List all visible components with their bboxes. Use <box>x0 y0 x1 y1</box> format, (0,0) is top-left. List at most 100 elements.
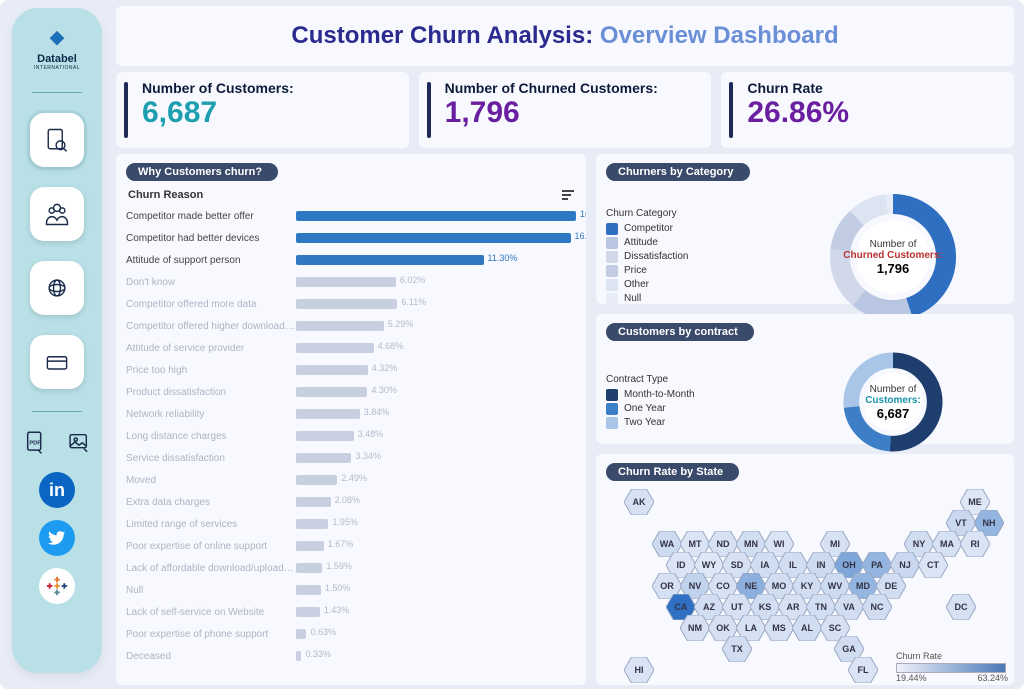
pdf-icon: PDF <box>22 429 48 455</box>
hex-state[interactable]: FL <box>848 657 878 683</box>
bar-row[interactable]: Lack of affordable download/upload speed… <box>126 557 576 579</box>
bar-label: Price too high <box>126 365 296 376</box>
bar-label: Competitor had better devices <box>126 233 296 244</box>
brand-logo: Databel INTERNATIONAL <box>29 22 85 78</box>
hex-state[interactable]: AK <box>624 489 654 515</box>
bar-row[interactable]: Limited range of services 1.95% <box>126 513 576 535</box>
hex-state[interactable]: RI <box>960 531 990 557</box>
bar-label: Long distance charges <box>126 431 296 442</box>
card-icon <box>43 348 71 376</box>
export-image[interactable] <box>61 424 97 460</box>
hex-state[interactable]: AL <box>792 615 822 641</box>
hex-state[interactable]: HI <box>624 657 654 683</box>
bar-row[interactable]: Moved 2.49% <box>126 469 576 491</box>
bar-row[interactable]: Competitor made better offer 16.87% <box>126 205 576 227</box>
bar-label: Competitor made better offer <box>126 211 296 222</box>
brand-sub: INTERNATIONAL <box>34 65 80 71</box>
card-churn-reasons: Why Customers churn? Churn Reason Compet… <box>116 154 586 685</box>
sort-icon[interactable] <box>562 190 574 200</box>
nav-overview[interactable] <box>30 113 84 167</box>
hex-map[interactable]: AKMEVTNHWAMTNDMNWIMINYMARIIDWYSDIAILINOH… <box>606 487 1004 677</box>
bar-row[interactable]: Deceased 0.33% <box>126 645 576 667</box>
hex-state[interactable]: NM <box>680 615 710 641</box>
bar-row[interactable]: Competitor had better devices 16.54% <box>126 227 576 249</box>
donut-category[interactable]: Number of Churned Customers: 1,796 <box>823 187 963 327</box>
card-title: Churn Rate by State <box>606 463 739 481</box>
tableau-link[interactable] <box>39 568 75 604</box>
bar-row[interactable]: Competitor offered more data 6.11% <box>126 293 576 315</box>
bar-row[interactable]: Service dissatisfaction 3.34% <box>126 447 576 469</box>
nav-global[interactable] <box>30 261 84 315</box>
linkedin-icon: in <box>49 480 65 501</box>
bar-label: Attitude of support person <box>126 255 296 266</box>
bar-label: Lack of affordable download/upload speed <box>126 563 296 574</box>
kpi-customers: Number of Customers: 6,687 <box>116 72 409 148</box>
bar-label: Service dissatisfaction <box>126 453 296 464</box>
card-title: Churners by Category <box>606 163 750 181</box>
brand-name: Databel <box>37 53 77 65</box>
bar-row[interactable]: Lack of self-service on Website 1.43% <box>126 601 576 623</box>
bar-row[interactable]: Attitude of support person 11.30% <box>126 249 576 271</box>
hex-state[interactable]: TX <box>722 636 752 662</box>
column-header: Churn Reason <box>128 189 203 201</box>
bar-row[interactable]: Poor expertise of phone support 0.63% <box>126 623 576 645</box>
nav-customers[interactable] <box>30 187 84 241</box>
hex-state[interactable]: CT <box>918 552 948 578</box>
twitter-icon <box>48 529 66 547</box>
bar-row[interactable]: Null 1.50% <box>126 579 576 601</box>
kpi-churned: Number of Churned Customers: 1,796 <box>419 72 712 148</box>
bar-label: Product dissatisfaction <box>126 387 296 398</box>
nav-billing[interactable] <box>30 335 84 389</box>
bar-label: Null <box>126 585 296 596</box>
legend-item[interactable]: Competitor <box>606 223 776 235</box>
bar-row[interactable]: Attitude of service provider 4.68% <box>126 337 576 359</box>
export-pdf[interactable]: PDF <box>17 424 53 460</box>
legend-item[interactable]: Other <box>606 279 776 291</box>
map-legend: Churn Rate 19.44%63.24% <box>896 651 1008 683</box>
twitter-link[interactable] <box>39 520 75 556</box>
bar-label: Don't know <box>126 277 296 288</box>
bar-label: Limited range of services <box>126 519 296 530</box>
bar-row[interactable]: Product dissatisfaction 4.30% <box>126 381 576 403</box>
bar-row[interactable]: Price too high 4.32% <box>126 359 576 381</box>
hex-state[interactable]: DC <box>946 594 976 620</box>
card-churners-by-category: Churners by Category Churn Category Comp… <box>596 154 1014 304</box>
legend-item[interactable]: Dissatisfaction <box>606 251 776 263</box>
card-churn-by-state: Churn Rate by State AKMEVTNHWAMTNDMNWIMI… <box>596 454 1014 685</box>
kpi-row: Number of Customers: 6,687 Number of Chu… <box>116 72 1014 148</box>
bar-label: Deceased <box>126 651 296 662</box>
divider <box>32 411 82 412</box>
bar-row[interactable]: Poor expertise of online support 1.67% <box>126 535 576 557</box>
legend-item[interactable]: Attitude <box>606 237 776 249</box>
bar-label: Competitor offered higher download speed… <box>126 321 296 332</box>
legend-item[interactable]: Month-to-Month <box>606 389 776 401</box>
card-customers-by-contract: Customers by contract Contract Type Mont… <box>596 314 1014 444</box>
legend-item[interactable]: Null <box>606 293 776 305</box>
divider <box>32 92 82 93</box>
legend-item[interactable]: Price <box>606 265 776 277</box>
hex-state[interactable]: MS <box>764 615 794 641</box>
bar-label: Competitor offered more data <box>126 299 296 310</box>
svg-text:PDF: PDF <box>29 440 41 446</box>
image-icon <box>66 429 92 455</box>
bar-label: Moved <box>126 475 296 486</box>
legend-item[interactable]: One Year <box>606 403 776 415</box>
bar-row[interactable]: Extra data charges 2.08% <box>126 491 576 513</box>
legend-category: Churn Category CompetitorAttitudeDissati… <box>606 208 776 307</box>
bar-list: Competitor made better offer 16.87%Compe… <box>126 205 576 667</box>
bar-row[interactable]: Network reliability 3.84% <box>126 403 576 425</box>
bar-row[interactable]: Long distance charges 3.48% <box>126 425 576 447</box>
bar-label: Poor expertise of phone support <box>126 629 296 640</box>
report-icon <box>43 126 71 154</box>
kpi-churn-rate: Churn Rate 26.86% <box>721 72 1014 148</box>
legend-item[interactable]: Two Year <box>606 417 776 429</box>
users-icon <box>43 200 71 228</box>
bar-label: Lack of self-service on Website <box>126 607 296 618</box>
bar-label: Poor expertise of online support <box>126 541 296 552</box>
hex-state[interactable]: NC <box>862 594 892 620</box>
donut-contract[interactable]: Number of Customers: 6,687 <box>838 347 948 457</box>
linkedin-link[interactable]: in <box>39 472 75 508</box>
bar-row[interactable]: Don't know 6.02% <box>126 271 576 293</box>
page-header: Customer Churn Analysis: Overview Dashbo… <box>116 6 1014 66</box>
bar-row[interactable]: Competitor offered higher download speed… <box>126 315 576 337</box>
